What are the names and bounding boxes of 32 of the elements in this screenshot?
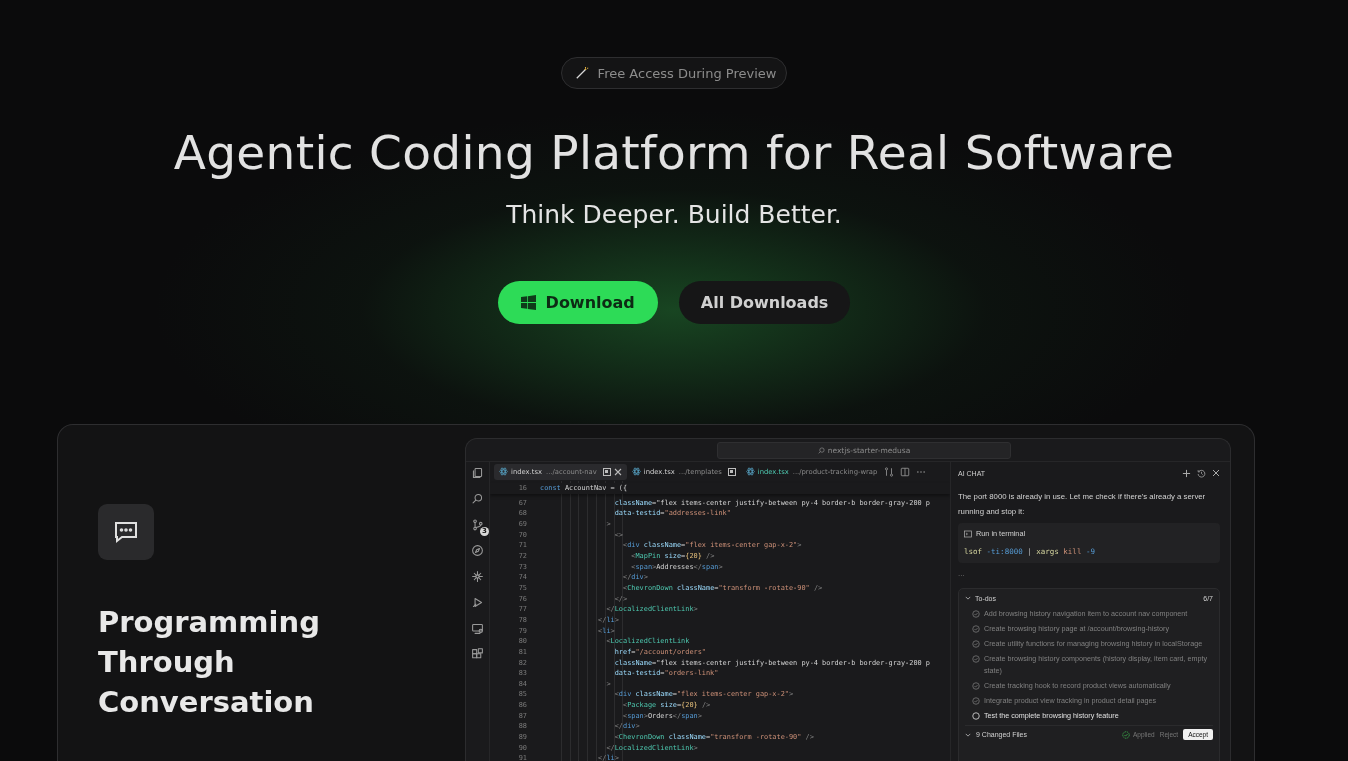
magic-wand-icon	[574, 66, 589, 80]
files-icon[interactable]	[471, 466, 484, 479]
terminal-icon	[964, 529, 972, 538]
plus-icon[interactable]	[1182, 468, 1191, 478]
check-circle-icon	[1122, 730, 1130, 739]
hero-subtitle: Think Deeper. Build Better.	[506, 200, 842, 229]
search-icon	[817, 446, 825, 454]
ellipsis: ...	[958, 569, 966, 578]
chevron-icon[interactable]	[965, 595, 971, 601]
feature-title: Programming Through Conversation	[98, 604, 321, 721]
close-icon[interactable]	[613, 467, 622, 476]
split-icon[interactable]	[900, 466, 911, 477]
chat-icon	[98, 504, 154, 560]
network-icon[interactable]	[471, 570, 484, 583]
close-icon[interactable]	[1212, 469, 1220, 477]
badge-text: Free Access During Preview	[597, 65, 777, 81]
download-button[interactable]: Download	[497, 281, 658, 324]
compass-icon[interactable]	[471, 544, 484, 557]
history-icon[interactable]	[1197, 468, 1206, 478]
all-downloads-button[interactable]: All Downloads	[678, 281, 851, 324]
react-icon	[499, 467, 508, 476]
chevron-icon[interactable]	[965, 731, 971, 738]
compare-icon[interactable]	[884, 466, 895, 477]
monitor-icon[interactable]	[471, 622, 484, 635]
hero-title: Agentic Coding Platform for Real Software	[173, 125, 1175, 180]
react-icon	[745, 467, 755, 476]
run-icon[interactable]	[471, 596, 484, 609]
windows-icon	[520, 295, 536, 310]
extensions-icon[interactable]	[471, 648, 484, 661]
react-icon	[631, 467, 641, 476]
branch-icon[interactable]	[471, 518, 484, 531]
search-icon[interactable]	[471, 492, 484, 505]
